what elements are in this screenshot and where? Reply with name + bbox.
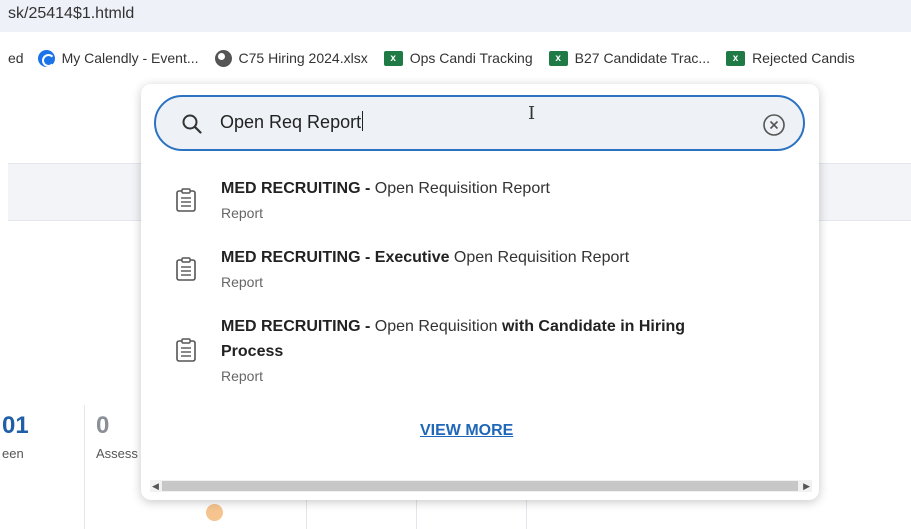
url-text[interactable]: sk/25414$1.htmld — [8, 5, 134, 23]
search-result[interactable]: MED RECRUITING - Executive Open Requisit… — [175, 245, 795, 295]
stat-label: een — [2, 446, 24, 461]
bookmark-label: My Calendly - Event... — [61, 50, 199, 66]
result-type: Report — [221, 368, 264, 384]
stat-value: 01 — [2, 412, 29, 439]
ibeam-cursor-icon: I — [528, 103, 536, 124]
bookmark-item[interactable]: x Rejected Candis — [726, 42, 855, 74]
bookmark-item[interactable]: x Ops Candi Tracking — [383, 42, 533, 74]
search-input[interactable]: Open Req Report — [220, 111, 364, 133]
result-title-part: Open Requisition — [370, 180, 502, 197]
horizontal-scrollbar[interactable]: ◀ ▶ — [150, 480, 812, 492]
stat-label: Assess — [96, 446, 138, 461]
result-title-part: MED RECRUITING - — [221, 318, 371, 335]
bookmark-label: Rejected Candis — [752, 50, 855, 66]
result-title-part: MED RECRUITING - — [221, 180, 371, 197]
result-title-part: Open Requisition — [370, 318, 502, 335]
result-title-part: Report — [501, 180, 550, 197]
search-field[interactable]: Open Req Report I — [154, 95, 805, 151]
result-title-part: Open Requisition — [449, 249, 582, 266]
bookmark-label: ed — [8, 50, 24, 66]
address-bar-background — [0, 0, 911, 32]
bookmark-label: C75 Hiring 2024.xlsx — [238, 50, 368, 66]
column-divider — [526, 500, 527, 529]
search-result[interactable]: MED RECRUITING - Open Requisition with C… — [175, 314, 795, 388]
column-divider — [84, 405, 85, 529]
scroll-left-icon[interactable]: ◀ — [152, 481, 159, 492]
column-divider — [416, 500, 417, 529]
bookmark-label: Ops Candi Tracking — [409, 50, 533, 66]
result-title-part: MED RECRUITING - Executive — [221, 249, 450, 266]
text-caret — [362, 111, 364, 131]
bookmark-item[interactable]: x B27 Candidate Trac... — [548, 42, 711, 74]
stat-value: 0 — [96, 412, 110, 439]
report-icon — [176, 338, 196, 362]
bookmarks-bar: ed My Calendly - Event... C75 Hiring 202… — [0, 42, 911, 74]
view-more-link[interactable]: VIEW MORE — [420, 422, 513, 440]
scroll-right-icon[interactable]: ▶ — [803, 481, 810, 492]
calendly-icon — [37, 49, 55, 67]
result-title-part: Report — [581, 249, 630, 266]
search-icon — [182, 114, 202, 134]
result-title: MED RECRUITING - Executive Open Requisit… — [221, 245, 781, 270]
excel-icon: x — [383, 50, 403, 66]
bookmark-item[interactable]: C75 Hiring 2024.xlsx — [214, 42, 368, 74]
search-result[interactable]: MED RECRUITING - Open Requisition Report… — [175, 176, 795, 226]
result-type: Report — [221, 274, 264, 290]
report-icon — [176, 257, 196, 281]
search-query: Open Req Report — [220, 112, 362, 132]
status-dot — [206, 504, 223, 521]
stat-card[interactable]: 01 een — [2, 412, 29, 461]
search-dropdown: Open Req Report I MED RECRUITING - Open … — [141, 84, 819, 500]
bookmark-item[interactable]: ed — [8, 42, 24, 74]
report-icon — [176, 188, 196, 212]
excel-icon: x — [726, 50, 746, 66]
result-title: MED RECRUITING - Open Requisition with C… — [221, 314, 741, 364]
scrollbar-thumb[interactable] — [162, 481, 798, 491]
column-divider — [306, 500, 307, 529]
address-bar[interactable]: sk/25414$1.htmld — [0, 0, 911, 34]
globe-icon — [214, 49, 232, 67]
stat-card[interactable]: 0 Assess — [96, 412, 138, 461]
bookmark-label: B27 Candidate Trac... — [574, 50, 711, 66]
result-title: MED RECRUITING - Open Requisition Report — [221, 176, 781, 201]
clear-icon[interactable] — [762, 113, 786, 137]
bookmark-item[interactable]: My Calendly - Event... — [37, 42, 199, 74]
result-type: Report — [221, 205, 264, 221]
excel-icon: x — [548, 50, 568, 66]
